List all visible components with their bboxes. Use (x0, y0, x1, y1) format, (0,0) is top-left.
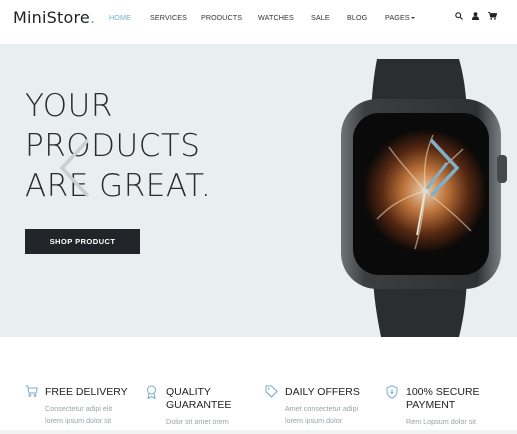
nav-item-sale[interactable]: SALE (311, 13, 347, 22)
cart-icon[interactable] (488, 12, 497, 20)
shield-icon (386, 385, 398, 399)
nav-item-blog[interactable]: BLOG (347, 13, 385, 22)
hero-slider: YOUR PRODUCTS ARE GREAT. SHOP PRODUCT (0, 44, 517, 337)
nav-item-products[interactable]: PRODUCTS (201, 13, 258, 22)
nav-item-watches[interactable]: WATCHES (258, 13, 311, 22)
cart-icon (25, 385, 38, 397)
main-menu: HOME SERVICES PRODUCTS WATCHES SALE BLOG… (109, 13, 416, 22)
search-icon[interactable] (455, 12, 463, 20)
feature-title: DAILY OFFERS (285, 386, 360, 398)
feature-description: Dolor sit amet orem (166, 417, 229, 426)
nav-item-home[interactable]: HOME (109, 13, 150, 22)
feature-title: QUALITY GUARANTEE (166, 386, 232, 411)
next-arrow-icon[interactable] (425, 136, 461, 200)
feature-description: lorem ipsum dolor sit (45, 416, 112, 425)
nav-item-services[interactable]: SERVICES (150, 13, 201, 22)
nav-item-pages[interactable]: PAGES (385, 13, 416, 22)
feature-description: lorem ipsum dolor (285, 416, 343, 425)
headline-line: PRODUCTS (25, 128, 201, 164)
logo[interactable]: MiniStore. (13, 8, 95, 27)
features-section: FREE DELIVERY Consectetur adipi elit lor… (0, 337, 517, 434)
feature-title: 100% SECURE PAYMENT (406, 386, 480, 411)
section-divider (0, 430, 517, 434)
award-icon (147, 385, 156, 399)
prev-arrow-icon[interactable] (58, 136, 94, 200)
navbar: MiniStore. HOME SERVICES PRODUCTS WATCHE… (0, 0, 517, 44)
user-icon[interactable] (472, 12, 479, 20)
nav-icons (455, 12, 497, 20)
hero-headline: YOUR PRODUCTS ARE GREAT. (25, 86, 211, 206)
headline-line: ARE GREAT. (25, 168, 212, 204)
feature-description: Rem Lopsum dolor sit (406, 417, 476, 426)
chevron-down-icon (411, 17, 416, 19)
headline-line: YOUR (25, 88, 113, 124)
feature-description: Consectetur adipi elit (45, 404, 113, 413)
feature-title: FREE DELIVERY (45, 386, 128, 398)
shop-product-button[interactable]: SHOP PRODUCT (25, 229, 140, 254)
tag-icon (265, 385, 278, 398)
feature-description: Amet consectetur adipi (285, 404, 359, 413)
